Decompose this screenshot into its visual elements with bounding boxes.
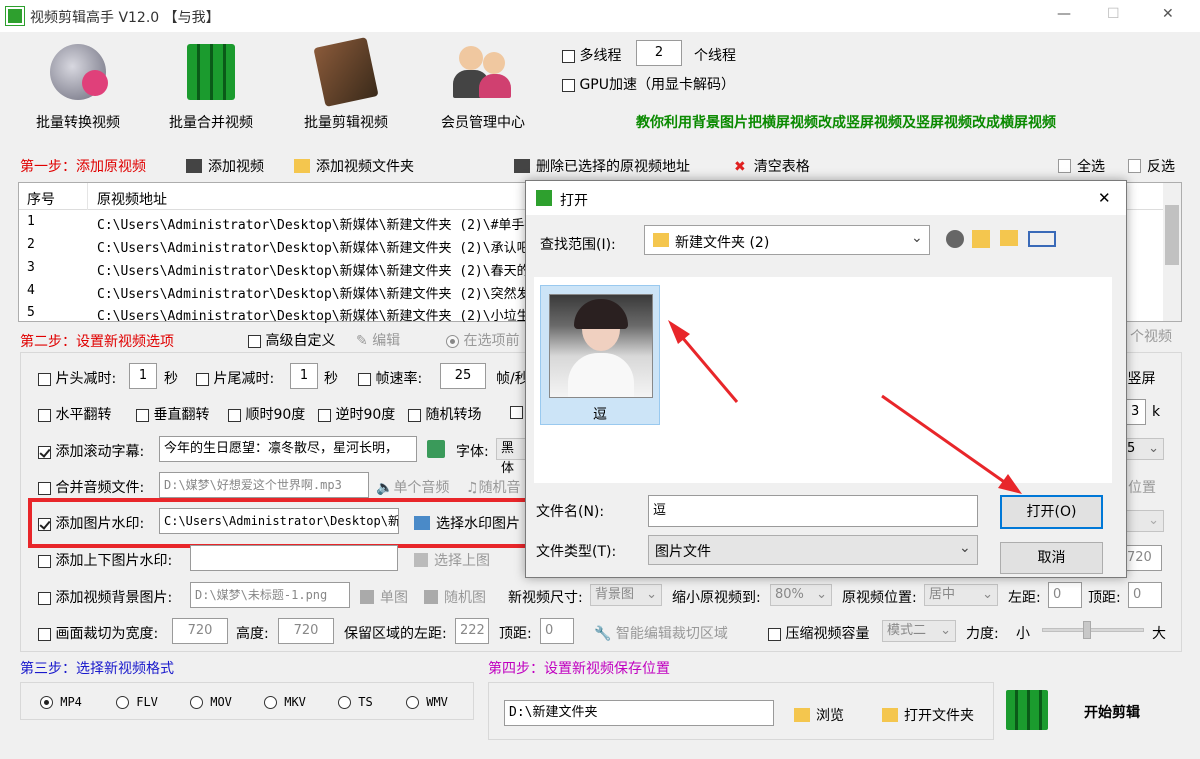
annotation-arrows xyxy=(668,320,1022,494)
arrow-to-open-button xyxy=(881,394,1022,494)
arrow-to-thumbnail xyxy=(668,320,739,403)
